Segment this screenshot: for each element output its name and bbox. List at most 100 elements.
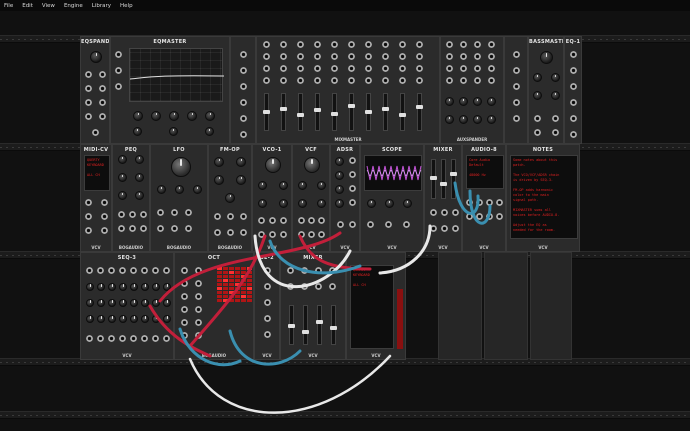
jack[interactable]: [331, 53, 338, 60]
jack[interactable]: [263, 65, 270, 72]
knob-sustain[interactable]: [335, 185, 344, 194]
jack[interactable]: [297, 77, 304, 84]
knob[interactable]: [533, 91, 542, 100]
jack[interactable]: [349, 171, 356, 178]
step-knob[interactable]: [86, 315, 94, 323]
eq1-module[interactable]: EQ-1: [564, 36, 582, 144]
jack[interactable]: [348, 65, 355, 72]
knob[interactable]: [279, 181, 288, 190]
jack[interactable]: [365, 77, 372, 84]
knob[interactable]: [317, 181, 326, 190]
jack[interactable]: [163, 335, 170, 342]
step-knob[interactable]: [108, 315, 116, 323]
jack[interactable]: [99, 85, 106, 92]
midicv-module[interactable]: MIDI-CV QUERTY KEYBOARD ALL CH VCV: [80, 144, 112, 252]
jack[interactable]: [474, 65, 481, 72]
step-knob[interactable]: [163, 299, 171, 307]
step-knob[interactable]: [141, 283, 149, 291]
mixer-fader[interactable]: [430, 159, 437, 199]
knob[interactable]: [258, 181, 267, 190]
mixmaster-fader[interactable]: [297, 93, 304, 131]
jack[interactable]: [118, 211, 125, 218]
module-rack[interactable]: EQSPANDER EQMASTER: [0, 11, 690, 431]
knob[interactable]: [473, 115, 482, 124]
jack[interactable]: [570, 51, 577, 58]
knob[interactable]: [214, 175, 224, 185]
mixmaster-fader[interactable]: [331, 93, 338, 131]
knob[interactable]: [169, 111, 179, 121]
jack[interactable]: [269, 231, 276, 238]
jack[interactable]: [157, 209, 164, 216]
step-knob[interactable]: [163, 315, 171, 323]
jack[interactable]: [85, 71, 92, 78]
mixmaster-fader[interactable]: [382, 93, 389, 131]
jack[interactable]: [181, 267, 188, 274]
jack[interactable]: [99, 113, 106, 120]
jack[interactable]: [140, 225, 147, 232]
jack[interactable]: [119, 267, 126, 274]
jack[interactable]: [280, 41, 287, 48]
jack[interactable]: [297, 41, 304, 48]
fader-cap[interactable]: [297, 113, 304, 117]
knob[interactable]: [403, 199, 412, 208]
fader-cap[interactable]: [316, 320, 323, 324]
jack[interactable]: [240, 51, 247, 58]
jack[interactable]: [240, 131, 247, 138]
jack[interactable]: [97, 267, 104, 274]
jack[interactable]: [85, 99, 92, 106]
jack[interactable]: [152, 267, 159, 274]
knob[interactable]: [135, 173, 144, 182]
knob-release[interactable]: [335, 199, 344, 208]
jack[interactable]: [263, 77, 270, 84]
jack[interactable]: [92, 129, 99, 136]
auxspander-module[interactable]: AUXSPANDER: [440, 36, 504, 144]
knob[interactable]: [298, 181, 307, 190]
menu-file[interactable]: File: [4, 3, 13, 9]
jack[interactable]: [314, 53, 321, 60]
knob[interactable]: [540, 51, 553, 64]
notes-module[interactable]: NOTES Some notes about this patch. The V…: [506, 144, 580, 252]
jack[interactable]: [171, 225, 178, 232]
jack[interactable]: [488, 65, 495, 72]
jack[interactable]: [365, 41, 372, 48]
sh2-module[interactable]: SE-2 VCV: [254, 252, 280, 360]
jack[interactable]: [129, 211, 136, 218]
jack[interactable]: [214, 213, 221, 220]
fader-cap[interactable]: [288, 324, 295, 328]
jack[interactable]: [367, 221, 374, 228]
jack[interactable]: [130, 335, 137, 342]
step-knob[interactable]: [141, 299, 149, 307]
knob[interactable]: [135, 191, 144, 200]
fader-cap[interactable]: [450, 172, 457, 176]
fader-cap[interactable]: [302, 330, 309, 334]
jack[interactable]: [416, 41, 423, 48]
step-knob[interactable]: [130, 299, 138, 307]
jack[interactable]: [403, 221, 410, 228]
fader-cap[interactable]: [348, 104, 355, 108]
knob-attack[interactable]: [335, 157, 344, 166]
step-knob[interactable]: [152, 283, 160, 291]
jack[interactable]: [101, 227, 108, 234]
knob[interactable]: [258, 199, 267, 208]
knob-frequency[interactable]: [265, 157, 281, 173]
jack[interactable]: [365, 65, 372, 72]
mixer-fader[interactable]: [302, 305, 309, 345]
jack[interactable]: [513, 67, 520, 74]
jack[interactable]: [329, 283, 336, 290]
jack[interactable]: [399, 65, 406, 72]
jack[interactable]: [280, 217, 287, 224]
jack[interactable]: [349, 221, 356, 228]
jack[interactable]: [297, 53, 304, 60]
jack[interactable]: [416, 77, 423, 84]
mixmaster-fader[interactable]: [314, 93, 321, 131]
jack[interactable]: [263, 53, 270, 60]
knob[interactable]: [445, 97, 454, 106]
jack[interactable]: [308, 217, 315, 224]
jack[interactable]: [446, 53, 453, 60]
step-knob[interactable]: [130, 315, 138, 323]
knob[interactable]: [551, 73, 560, 82]
knob[interactable]: [551, 91, 560, 100]
jack[interactable]: [399, 77, 406, 84]
jack[interactable]: [129, 225, 136, 232]
jack[interactable]: [488, 77, 495, 84]
